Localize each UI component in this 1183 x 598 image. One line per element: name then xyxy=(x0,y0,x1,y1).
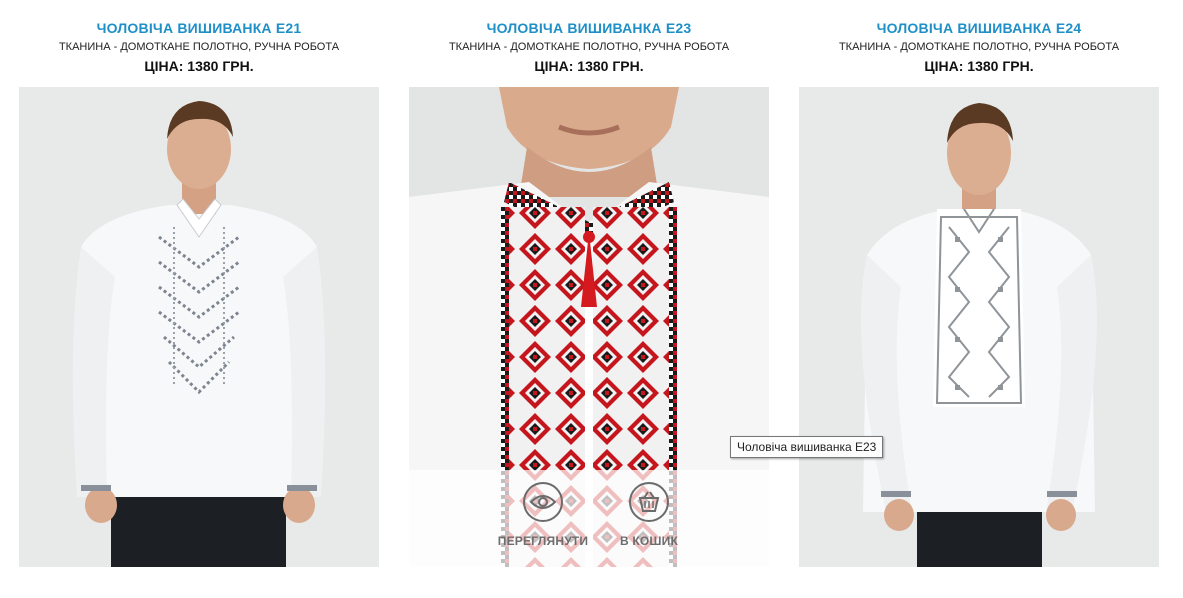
product-subtitle: ТКАНИНА - ДОМОТКАНЕ ПОЛОТНО, РУЧНА РОБОТ… xyxy=(448,41,730,53)
product-title-link[interactable]: ЧОЛОВІЧА ВИШИВАНКА E21 xyxy=(19,20,379,36)
product-price: ЦІНА: 1380 ГРН. xyxy=(144,58,254,74)
product-image[interactable]: ПЕРЕГЛЯНУТИ В КОШИК xyxy=(409,87,769,567)
add-to-cart-label: В КОШИК xyxy=(619,534,679,548)
hover-actions-overlay: ПЕРЕГЛЯНУТИ В КОШИК xyxy=(409,470,769,567)
product-price: ЦІНА: 1380 ГРН. xyxy=(924,58,1034,74)
quick-view-label: ПЕРЕГЛЯНУТИ xyxy=(497,534,589,548)
product-price: ЦІНА: 1380 ГРН. xyxy=(534,58,644,74)
product-card: ЧОЛОВІЧА ВИШИВАНКА E24 ТКАНИНА - ДОМОТКА… xyxy=(799,0,1159,598)
eye-icon xyxy=(523,482,563,522)
quick-view-button[interactable]: ПЕРЕГЛЯНУТИ xyxy=(497,482,589,548)
product-title-link[interactable]: ЧОЛОВІЧА ВИШИВАНКА E23 xyxy=(409,20,769,36)
product-subtitle: ТКАНИНА - ДОМОТКАНЕ ПОЛОТНО, РУЧНА РОБОТ… xyxy=(838,41,1120,53)
product-image[interactable] xyxy=(799,87,1159,567)
product-image[interactable] xyxy=(19,87,379,567)
product-subtitle: ТКАНИНА - ДОМОТКАНЕ ПОЛОТНО, РУЧНА РОБОТ… xyxy=(58,41,340,53)
add-to-cart-button[interactable]: В КОШИК xyxy=(617,482,681,548)
tooltip: Чоловіча вишиванка E23 xyxy=(730,436,884,458)
product-title-link[interactable]: ЧОЛОВІЧА ВИШИВАНКА E24 xyxy=(799,20,1159,36)
product-grid: ЧОЛОВІЧА ВИШИВАНКА E21 ТКАНИНА - ДОМОТКА… xyxy=(0,0,1183,598)
basket-icon xyxy=(629,482,669,522)
product-card: ЧОЛОВІЧА ВИШИВАНКА E21 ТКАНИНА - ДОМОТКА… xyxy=(19,0,379,598)
product-card: ЧОЛОВІЧА ВИШИВАНКА E23 ТКАНИНА - ДОМОТКА… xyxy=(409,0,769,598)
